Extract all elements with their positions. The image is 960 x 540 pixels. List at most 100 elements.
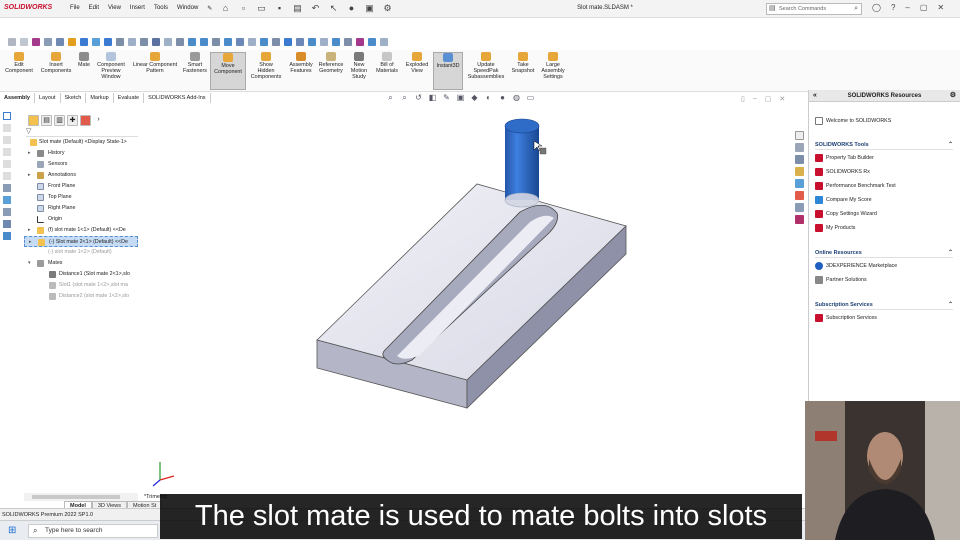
solidworks-logo[interactable]: SOLIDWORKS bbox=[4, 4, 52, 11]
toolbar-icon-20[interactable] bbox=[236, 37, 244, 46]
tree-node-slot-mate-1-1[interactable]: ▸ (f) slot mate 1<1> (Default) <<De bbox=[24, 225, 138, 236]
tree-node-slot-mate-1-2[interactable]: (-) slot mate 1<2> (Default) bbox=[24, 247, 138, 258]
tree-node-annotations[interactable]: ▸ Annotations bbox=[24, 170, 138, 181]
undo-icon[interactable]: ↶ bbox=[310, 3, 321, 14]
strip-icon-6[interactable] bbox=[3, 172, 11, 180]
strip-icon-11[interactable] bbox=[3, 232, 11, 240]
search-icon[interactable]: ⌕ bbox=[854, 4, 858, 14]
toolbar-icon-16[interactable] bbox=[188, 37, 196, 46]
configuration-manager-icon[interactable]: ▥ bbox=[54, 114, 65, 126]
chevron-up-icon[interactable]: ⌃ bbox=[948, 300, 953, 310]
property-manager-icon[interactable]: ▤ bbox=[41, 114, 52, 126]
home-tab-icon[interactable] bbox=[795, 131, 804, 140]
toolbar-icon-22[interactable] bbox=[260, 37, 268, 46]
resource-item-marketplace[interactable]: 3DEXPERIENCE Marketplace bbox=[815, 261, 897, 271]
3d-view-icon[interactable] bbox=[3, 112, 11, 120]
resource-item-compare-score[interactable]: Compare My Score bbox=[815, 195, 872, 205]
strip-icon-5[interactable] bbox=[3, 160, 11, 168]
select-icon[interactable]: ↖ bbox=[328, 3, 339, 14]
toolbar-icon-11[interactable] bbox=[128, 37, 136, 46]
toolbar-icon-4[interactable] bbox=[44, 37, 52, 46]
large-assembly-settings-button[interactable]: Large Assembly Settings bbox=[538, 52, 568, 81]
resource-item-copy-settings[interactable]: Copy Settings Wizard bbox=[815, 209, 877, 219]
close-icon[interactable]: ✕ bbox=[937, 3, 944, 12]
dimxpert-icon[interactable]: ✚ bbox=[67, 114, 78, 126]
pin-icon[interactable]: ✎ bbox=[207, 5, 212, 12]
toolbar-icon-9[interactable] bbox=[104, 37, 112, 46]
strip-icon-7[interactable] bbox=[3, 184, 11, 192]
rebuild-icon[interactable]: ● bbox=[346, 3, 357, 14]
tree-node-right-plane[interactable]: Right Plane bbox=[24, 203, 138, 214]
resources-tab-icon[interactable] bbox=[795, 143, 804, 152]
user-icon[interactable]: ◯ bbox=[872, 3, 881, 12]
display-manager-icon[interactable] bbox=[80, 114, 91, 126]
view-palette-tab-icon[interactable] bbox=[795, 179, 804, 188]
toolbar-icon-1[interactable] bbox=[8, 37, 16, 46]
resource-item-solidworks-rx[interactable]: SOLIDWORKS Rx bbox=[815, 167, 870, 177]
collapse-panel-icon[interactable]: « bbox=[813, 90, 817, 102]
toolbar-icon-14[interactable] bbox=[164, 37, 172, 46]
expand-arrow-icon[interactable]: › bbox=[93, 115, 104, 126]
appearances-tab-icon[interactable] bbox=[795, 191, 804, 200]
linear-component-pattern-button[interactable]: Linear Component Pattern bbox=[130, 52, 180, 74]
toolbar-icon-10[interactable] bbox=[116, 37, 124, 46]
strip-icon-2[interactable] bbox=[3, 124, 11, 132]
tree-node-top-plane[interactable]: Top Plane bbox=[24, 192, 138, 203]
file-properties-icon[interactable]: ▣ bbox=[364, 3, 375, 14]
toolbar-icon-21[interactable] bbox=[248, 37, 256, 46]
strip-icon-4[interactable] bbox=[3, 148, 11, 156]
show-hidden-components-button[interactable]: Show Hidden Components bbox=[248, 52, 284, 81]
smart-fasteners-button[interactable]: Smart Fasteners bbox=[182, 52, 208, 74]
toolbar-icon-17[interactable] bbox=[200, 37, 208, 46]
toolbar-icon-18[interactable] bbox=[212, 37, 220, 46]
section-online-resources[interactable]: Online Resources ⌃ bbox=[815, 248, 953, 258]
minimize-icon[interactable]: – bbox=[905, 3, 909, 12]
toolbar-icon-7[interactable] bbox=[80, 37, 88, 46]
file-explorer-tab-icon[interactable] bbox=[795, 167, 804, 176]
update-speedpak-button[interactable]: Update SpeedPak Subassemblies bbox=[466, 52, 506, 81]
bolt-cylinder-body[interactable] bbox=[505, 126, 539, 200]
take-snapshot-button[interactable]: Take Snapshot bbox=[508, 52, 538, 74]
tree-node-slot-mate-2-1[interactable]: ▸ (-) Slot mate 2<1> (Default) <<De bbox=[24, 236, 138, 247]
toolbar-icon-3[interactable] bbox=[32, 37, 40, 46]
custom-properties-tab-icon[interactable] bbox=[795, 203, 804, 212]
toolbar-icon-26[interactable] bbox=[308, 37, 316, 46]
tree-node-history[interactable]: ▸ History bbox=[24, 148, 138, 159]
tree-node-slot1[interactable]: Slot1 (slot mate 1<2>,slot ma bbox=[24, 280, 138, 291]
scroll-thumb[interactable] bbox=[32, 495, 120, 499]
tree-node-front-plane[interactable]: Front Plane bbox=[24, 181, 138, 192]
tree-node-distance2[interactable]: Distance2 (slot mate 1<2>,slo bbox=[24, 291, 138, 302]
expand-arrow-icon[interactable]: ▾ bbox=[28, 258, 31, 269]
print-icon[interactable]: ▤ bbox=[292, 3, 303, 14]
expand-arrow-icon[interactable]: ▸ bbox=[29, 237, 32, 246]
tree-node-root[interactable]: Slot mate (Default) <Display State-1> bbox=[24, 137, 138, 148]
windows-start-icon[interactable]: ⊞ bbox=[8, 526, 16, 536]
expand-arrow-icon[interactable]: ▸ bbox=[28, 170, 31, 181]
strip-icon-9[interactable] bbox=[3, 208, 11, 216]
resource-item-benchmark[interactable]: Performance Benchmark Test bbox=[815, 181, 896, 191]
strip-icon-8[interactable] bbox=[3, 196, 11, 204]
open-icon[interactable]: ▭ bbox=[256, 3, 267, 14]
graphics-area[interactable] bbox=[140, 92, 806, 512]
resource-item-property-tab-builder[interactable]: Property Tab Builder bbox=[815, 153, 874, 163]
panel-options-icon[interactable]: ⚙ bbox=[950, 90, 956, 102]
tree-node-origin[interactable]: Origin bbox=[24, 214, 138, 225]
assembly-features-button[interactable]: Assembly Features bbox=[286, 52, 316, 74]
toolbar-icon-27[interactable] bbox=[320, 37, 328, 46]
mate-button[interactable]: Mate bbox=[76, 52, 92, 68]
toolbar-icon-15[interactable] bbox=[176, 37, 184, 46]
tree-scrollbar[interactable] bbox=[24, 493, 138, 501]
bill-of-materials-button[interactable]: Bill of Materials bbox=[372, 52, 402, 74]
toolbar-icon-13[interactable] bbox=[152, 37, 160, 46]
menu-window[interactable]: Window bbox=[177, 5, 198, 12]
toolbar-icon-5[interactable] bbox=[56, 37, 64, 46]
options-icon[interactable]: ⚙ bbox=[382, 3, 393, 14]
toolbar-icon-24[interactable] bbox=[284, 37, 292, 46]
exploded-view-button[interactable]: Exploded View bbox=[403, 52, 431, 74]
resource-item-my-products[interactable]: My Products bbox=[815, 223, 855, 233]
toolbar-icon-32[interactable] bbox=[380, 37, 388, 46]
filter-icon[interactable]: ▽ bbox=[26, 127, 138, 137]
tab-layout[interactable]: Layout bbox=[35, 93, 61, 103]
strip-icon-10[interactable] bbox=[3, 220, 11, 228]
bolt-cylinder-top[interactable] bbox=[504, 118, 540, 134]
